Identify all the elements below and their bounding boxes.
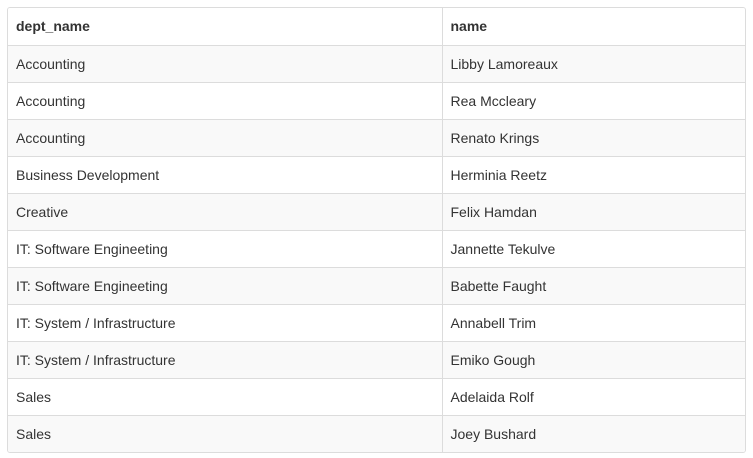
cell-name: Renato Krings (441, 118, 745, 156)
table-header: dept_name name (8, 8, 745, 46)
cell-name: Annabell Trim (441, 303, 745, 341)
column-header-name: name (441, 8, 745, 46)
table-row: IT: System / Infrastructure Annabell Tri… (8, 303, 745, 341)
table-row: Business Development Herminia Reetz (8, 155, 745, 193)
cell-dept-name: IT: System / Infrastructure (8, 303, 442, 341)
cell-dept-name: IT: System / Infrastructure (8, 340, 442, 378)
table-body: Accounting Libby Lamoreaux Accounting Re… (8, 45, 745, 452)
cell-dept-name: Accounting (8, 118, 442, 156)
cell-dept-name: IT: Software Engineeting (8, 266, 442, 304)
cell-name: Joey Bushard (441, 414, 745, 452)
table-row: Accounting Rea Mccleary (8, 81, 745, 119)
header-row: dept_name name (8, 8, 745, 46)
cell-dept-name: Sales (8, 414, 442, 452)
cell-dept-name: Creative (8, 192, 442, 230)
cell-dept-name: Accounting (8, 81, 442, 119)
cell-dept-name: IT: Software Engineeting (8, 229, 442, 267)
cell-name: Emiko Gough (441, 340, 745, 378)
cell-name: Adelaida Rolf (441, 377, 745, 415)
results-table: dept_name name Accounting Libby Lamoreau… (8, 8, 745, 452)
table-row: Sales Adelaida Rolf (8, 377, 745, 415)
table-row: Creative Felix Hamdan (8, 192, 745, 230)
cell-name: Jannette Tekulve (441, 229, 745, 267)
results-table-container: dept_name name Accounting Libby Lamoreau… (7, 7, 746, 453)
cell-name: Babette Faught (441, 266, 745, 304)
cell-dept-name: Sales (8, 377, 442, 415)
cell-dept-name: Accounting (8, 45, 442, 82)
cell-name: Felix Hamdan (441, 192, 745, 230)
table-row: Accounting Renato Krings (8, 118, 745, 156)
cell-name: Libby Lamoreaux (441, 45, 745, 82)
table-row: IT: Software Engineeting Babette Faught (8, 266, 745, 304)
cell-name: Herminia Reetz (441, 155, 745, 193)
table-row: IT: System / Infrastructure Emiko Gough (8, 340, 745, 378)
cell-dept-name: Business Development (8, 155, 442, 193)
table-row: Sales Joey Bushard (8, 414, 745, 452)
table-row: IT: Software Engineeting Jannette Tekulv… (8, 229, 745, 267)
column-header-dept-name: dept_name (8, 8, 442, 46)
table-row: Accounting Libby Lamoreaux (8, 45, 745, 82)
cell-name: Rea Mccleary (441, 81, 745, 119)
